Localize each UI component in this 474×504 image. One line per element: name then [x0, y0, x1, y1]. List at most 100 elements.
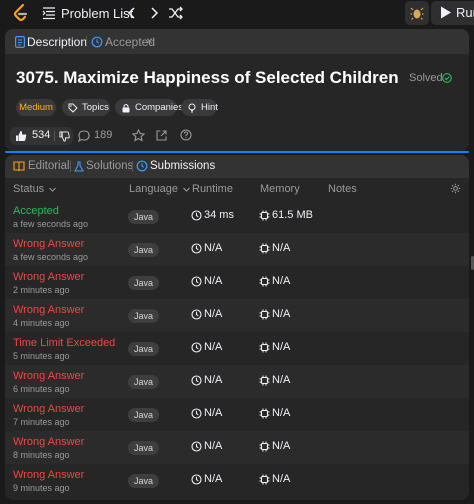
tab-solutions[interactable]: Solutions [86, 160, 133, 172]
language-badge: Java [128, 243, 160, 257]
memory-chip-icon [259, 243, 270, 254]
submission-memory: N/A [272, 374, 291, 386]
lock-icon [122, 103, 130, 112]
column-header-notes: Notes [328, 183, 357, 195]
chevron-down-icon [49, 187, 57, 192]
vote-divider [54, 131, 55, 141]
tag-icon [68, 103, 78, 113]
clock-icon [191, 441, 202, 452]
hint-chip[interactable]: Hint [181, 99, 218, 116]
page-title: 3075. Maximize Happiness of Selected Chi… [16, 68, 399, 87]
topics-chip[interactable]: Topics [62, 99, 110, 116]
table-row[interactable]: Wrong Answer 8 minutes ago Java N/A N/A [5, 431, 469, 464]
column-header-runtime-label: Runtime [192, 183, 233, 195]
table-row[interactable]: Wrong Answer a few seconds ago Java N/A N/A [5, 233, 469, 266]
thumbs-down-icon[interactable] [59, 131, 70, 142]
history-icon [136, 160, 148, 172]
bug-icon [410, 7, 424, 20]
submission-status[interactable]: Wrong Answer [13, 271, 84, 283]
submission-status[interactable]: Accepted [13, 205, 59, 217]
submission-status[interactable]: Wrong Answer [13, 304, 84, 316]
clock-icon [191, 375, 202, 386]
language-badge: Java [128, 441, 160, 455]
language-badge: Java [128, 375, 160, 389]
topics-label: Topics [82, 102, 109, 113]
table-row[interactable]: Time Limit Exceeded 5 minutes ago Java N/A N… [5, 332, 469, 365]
companies-chip[interactable]: Companies [115, 99, 183, 116]
memory-chip-icon [259, 309, 270, 320]
book-icon [13, 161, 25, 172]
submission-runtime: N/A [204, 407, 223, 419]
star-icon[interactable] [132, 129, 145, 142]
submission-memory: N/A [272, 308, 291, 320]
memory-chip-icon [259, 276, 270, 287]
solved-label: Solved [409, 72, 443, 84]
clock-icon [191, 342, 202, 353]
column-header-language-label: Language [129, 183, 178, 195]
table-row[interactable]: Wrong Answer 6 minutes ago Java N/A N/A [5, 365, 469, 398]
comment-icon[interactable] [78, 130, 90, 142]
problem-list-link[interactable]: Problem List [61, 6, 133, 21]
submission-memory: N/A [272, 407, 291, 419]
gear-icon[interactable] [450, 183, 461, 194]
submission-status[interactable]: Wrong Answer [13, 436, 84, 448]
column-header-memory: Memory [260, 183, 300, 195]
submission-status[interactable]: Wrong Answer [13, 403, 84, 415]
share-icon[interactable] [156, 130, 167, 141]
column-header-status[interactable]: Status [13, 183, 57, 195]
table-row[interactable]: Wrong Answer 2 minutes ago Java N/A N/A [5, 266, 469, 299]
tab-editorial[interactable]: Editorial [28, 160, 70, 172]
thumbs-up-icon[interactable] [15, 130, 27, 142]
submission-status[interactable]: Wrong Answer [13, 238, 84, 250]
language-badge: Java [128, 408, 160, 422]
submission-time: 6 minutes ago [13, 384, 70, 394]
column-header-runtime: Runtime [192, 183, 233, 195]
chevron-left-icon[interactable] [124, 5, 140, 21]
submission-memory: N/A [272, 341, 291, 353]
play-icon [441, 6, 451, 19]
language-badge: Java [128, 309, 160, 323]
shuffle-icon[interactable] [168, 5, 184, 21]
table-row[interactable]: Wrong Answer 7 minutes ago Java N/A N/A [5, 398, 469, 431]
companies-label: Companies [135, 102, 184, 113]
check-circle-icon [442, 73, 452, 83]
language-badge: Java [128, 342, 160, 356]
clock-icon [191, 408, 202, 419]
panel-resize-handle[interactable] [5, 151, 469, 153]
leetcode-logo-icon[interactable] [12, 3, 29, 23]
submission-memory: 61.5 MB [272, 209, 313, 221]
chevron-down-icon [183, 187, 190, 192]
submission-memory: N/A [272, 242, 291, 254]
clock-icon [191, 474, 202, 485]
submission-status[interactable]: Wrong Answer [13, 370, 84, 382]
tab-submissions[interactable]: Submissions [150, 160, 215, 172]
submission-runtime: N/A [204, 341, 223, 353]
chevron-right-icon[interactable] [146, 5, 162, 21]
clock-icon [191, 309, 202, 320]
tab-description[interactable]: Description [27, 35, 87, 49]
submission-runtime: 34 ms [204, 209, 234, 221]
close-icon[interactable]: × [146, 34, 153, 48]
top-bar: Problem List Run [0, 0, 474, 26]
clock-icon [191, 276, 202, 287]
submission-runtime: N/A [204, 374, 223, 386]
table-row[interactable]: Accepted a few seconds ago Java 34 ms 61.5 M… [5, 200, 469, 233]
run-button-label: Run [456, 5, 474, 20]
problem-list-icon[interactable] [42, 6, 56, 20]
table-row[interactable]: Wrong Answer 4 minutes ago Java N/A N/A [5, 299, 469, 332]
submission-time: 8 minutes ago [13, 450, 70, 460]
clock-icon [191, 243, 202, 254]
submission-memory: N/A [272, 440, 291, 452]
debug-button[interactable] [405, 1, 429, 25]
submission-status[interactable]: Wrong Answer [13, 469, 84, 481]
table-row[interactable]: Wrong Answer 9 minutes ago Java N/A N/A [5, 464, 469, 497]
help-icon[interactable] [180, 129, 192, 141]
column-header-language[interactable]: Language [129, 183, 191, 195]
like-count: 534 [32, 129, 51, 141]
comment-count: 189 [94, 129, 113, 141]
submissions-panel: Editorial Solutions Submissions Status L… [5, 155, 469, 500]
submission-runtime: N/A [204, 275, 223, 287]
lightbulb-icon [188, 103, 196, 112]
submission-status[interactable]: Time Limit Exceeded [13, 337, 115, 349]
submission-runtime: N/A [204, 242, 223, 254]
